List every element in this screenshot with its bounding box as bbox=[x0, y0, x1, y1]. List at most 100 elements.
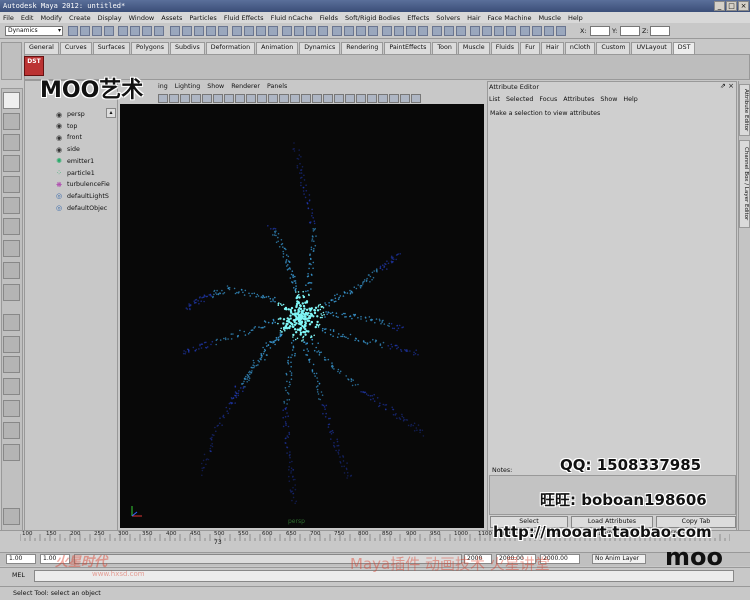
menu-fields[interactable]: Fields bbox=[320, 14, 338, 22]
tool-icon[interactable] bbox=[3, 113, 20, 130]
status-tool-icon[interactable] bbox=[68, 26, 78, 36]
menu-face-machine[interactable]: Face Machine bbox=[487, 14, 531, 22]
side-tab-attribute-editor[interactable]: Attribute Editor bbox=[739, 84, 750, 136]
menu-help[interactable]: Help bbox=[568, 14, 583, 22]
tool-icon[interactable] bbox=[3, 422, 20, 439]
mel-label[interactable]: MEL bbox=[12, 572, 25, 579]
shelf-tab-toon[interactable]: Toon bbox=[432, 42, 457, 54]
status-tool-icon[interactable] bbox=[456, 26, 466, 36]
shelf-tab-dynamics[interactable]: Dynamics bbox=[299, 42, 341, 54]
z-coord-field[interactable] bbox=[650, 26, 670, 36]
panel-tool-icon[interactable] bbox=[235, 93, 245, 103]
shelf-tab-dst[interactable]: DST bbox=[672, 42, 696, 54]
attr-menu-focus[interactable]: Focus bbox=[539, 96, 557, 103]
status-tool-icon[interactable] bbox=[520, 26, 530, 36]
panel-tool-icon[interactable] bbox=[378, 93, 388, 103]
status-tool-icon[interactable] bbox=[444, 26, 454, 36]
shelf-tab-custom[interactable]: Custom bbox=[596, 42, 631, 54]
status-tool-icon[interactable] bbox=[218, 26, 228, 36]
panel-tool-icon[interactable] bbox=[268, 93, 278, 103]
status-tool-icon[interactable] bbox=[268, 26, 278, 36]
shelf-tab-animation[interactable]: Animation bbox=[256, 42, 299, 54]
menu-window[interactable]: Window bbox=[129, 14, 155, 22]
panel-tool-icon[interactable] bbox=[169, 93, 179, 103]
panel-menu-panels[interactable]: Panels bbox=[267, 81, 287, 92]
outliner-scroll-up-button[interactable]: ▴ bbox=[106, 108, 116, 118]
maximize-button[interactable]: □ bbox=[726, 1, 737, 11]
perspective-viewport[interactable] bbox=[120, 104, 484, 528]
shelf-side-controls[interactable] bbox=[1, 42, 22, 80]
status-tool-icon[interactable] bbox=[544, 26, 554, 36]
tool-icon[interactable] bbox=[3, 284, 20, 301]
shelf-tab-hair[interactable]: Hair bbox=[540, 42, 564, 54]
menu-solvers[interactable]: Solvers bbox=[436, 14, 460, 22]
status-tool-icon[interactable] bbox=[394, 26, 404, 36]
status-tool-icon[interactable] bbox=[506, 26, 516, 36]
panel-tool-icon[interactable] bbox=[158, 93, 168, 103]
panel-tool-icon[interactable] bbox=[323, 93, 333, 103]
attr-menu-selected[interactable]: Selected bbox=[506, 96, 533, 103]
status-tool-icon[interactable] bbox=[206, 26, 216, 36]
shelf-tab-surfaces[interactable]: Surfaces bbox=[92, 42, 130, 54]
menu-fluid-ncache[interactable]: Fluid nCache bbox=[271, 14, 313, 22]
shelf-tab-uvlayout[interactable]: UVLayout bbox=[631, 42, 672, 54]
menu-assets[interactable]: Assets bbox=[161, 14, 182, 22]
shelf-tab-curves[interactable]: Curves bbox=[59, 42, 92, 54]
attr-menu-list[interactable]: List bbox=[489, 96, 500, 103]
status-tool-icon[interactable] bbox=[130, 26, 140, 36]
status-tool-icon[interactable] bbox=[294, 26, 304, 36]
panel-tool-icon[interactable] bbox=[246, 93, 256, 103]
status-tool-icon[interactable] bbox=[256, 26, 266, 36]
status-tool-icon[interactable] bbox=[282, 26, 292, 36]
panel-tool-icon[interactable] bbox=[356, 93, 366, 103]
panel-tool-icon[interactable] bbox=[279, 93, 289, 103]
shelf-tab-fur[interactable]: Fur bbox=[520, 42, 540, 54]
tool-icon[interactable] bbox=[3, 197, 20, 214]
tool-icon[interactable] bbox=[3, 356, 20, 373]
tool-icon[interactable] bbox=[3, 240, 20, 257]
status-tool-icon[interactable] bbox=[418, 26, 428, 36]
status-tool-icon[interactable] bbox=[356, 26, 366, 36]
status-tool-icon[interactable] bbox=[232, 26, 242, 36]
tool-icon[interactable] bbox=[3, 314, 20, 331]
menu-create[interactable]: Create bbox=[69, 14, 91, 22]
status-tool-icon[interactable] bbox=[406, 26, 416, 36]
panel-menu-show[interactable]: Show bbox=[207, 81, 224, 92]
panel-tool-icon[interactable] bbox=[180, 93, 190, 103]
panel-menu-renderer[interactable]: Renderer bbox=[231, 81, 260, 92]
panel-tool-icon[interactable] bbox=[290, 93, 300, 103]
tool-icon[interactable] bbox=[3, 378, 20, 395]
status-tool-icon[interactable] bbox=[142, 26, 152, 36]
tool-icon[interactable] bbox=[3, 444, 20, 461]
menu-display[interactable]: Display bbox=[98, 14, 122, 22]
status-tool-icon[interactable] bbox=[532, 26, 542, 36]
status-tool-icon[interactable] bbox=[432, 26, 442, 36]
shelf-tab-painteffects[interactable]: PaintEffects bbox=[384, 42, 432, 54]
tool-icon[interactable] bbox=[3, 400, 20, 417]
menu-muscle[interactable]: Muscle bbox=[538, 14, 561, 22]
panel-tool-icon[interactable] bbox=[400, 93, 410, 103]
x-coord-field[interactable] bbox=[590, 26, 610, 36]
tool-icon[interactable] bbox=[3, 155, 20, 172]
menu-effects[interactable]: Effects bbox=[407, 14, 429, 22]
tool-icon[interactable] bbox=[3, 262, 20, 279]
shelf-tab-general[interactable]: General bbox=[24, 42, 59, 54]
tool-icon[interactable] bbox=[3, 218, 20, 235]
shelf-tab-rendering[interactable]: Rendering bbox=[341, 42, 384, 54]
status-tool-icon[interactable] bbox=[344, 26, 354, 36]
status-tool-icon[interactable] bbox=[470, 26, 480, 36]
animation-start-field[interactable]: 1.00 bbox=[6, 554, 36, 564]
shelf-tab-ncloth[interactable]: nCloth bbox=[564, 42, 596, 54]
status-tool-icon[interactable] bbox=[482, 26, 492, 36]
side-tab-channel-box[interactable]: Channel Box / Layer Editor bbox=[739, 140, 750, 228]
menu-particles[interactable]: Particles bbox=[189, 14, 216, 22]
status-tool-icon[interactable] bbox=[368, 26, 378, 36]
close-button[interactable]: × bbox=[738, 1, 749, 11]
panel-tool-icon[interactable] bbox=[301, 93, 311, 103]
status-tool-icon[interactable] bbox=[92, 26, 102, 36]
menu-fluid-effects[interactable]: Fluid Effects bbox=[224, 14, 264, 22]
anim-layer-dropdown[interactable]: No Anim Layer bbox=[592, 554, 646, 564]
menu-modify[interactable]: Modify bbox=[40, 14, 62, 22]
shelf-tab-deformation[interactable]: Deformation bbox=[205, 42, 256, 54]
panel-tool-icon[interactable] bbox=[224, 93, 234, 103]
